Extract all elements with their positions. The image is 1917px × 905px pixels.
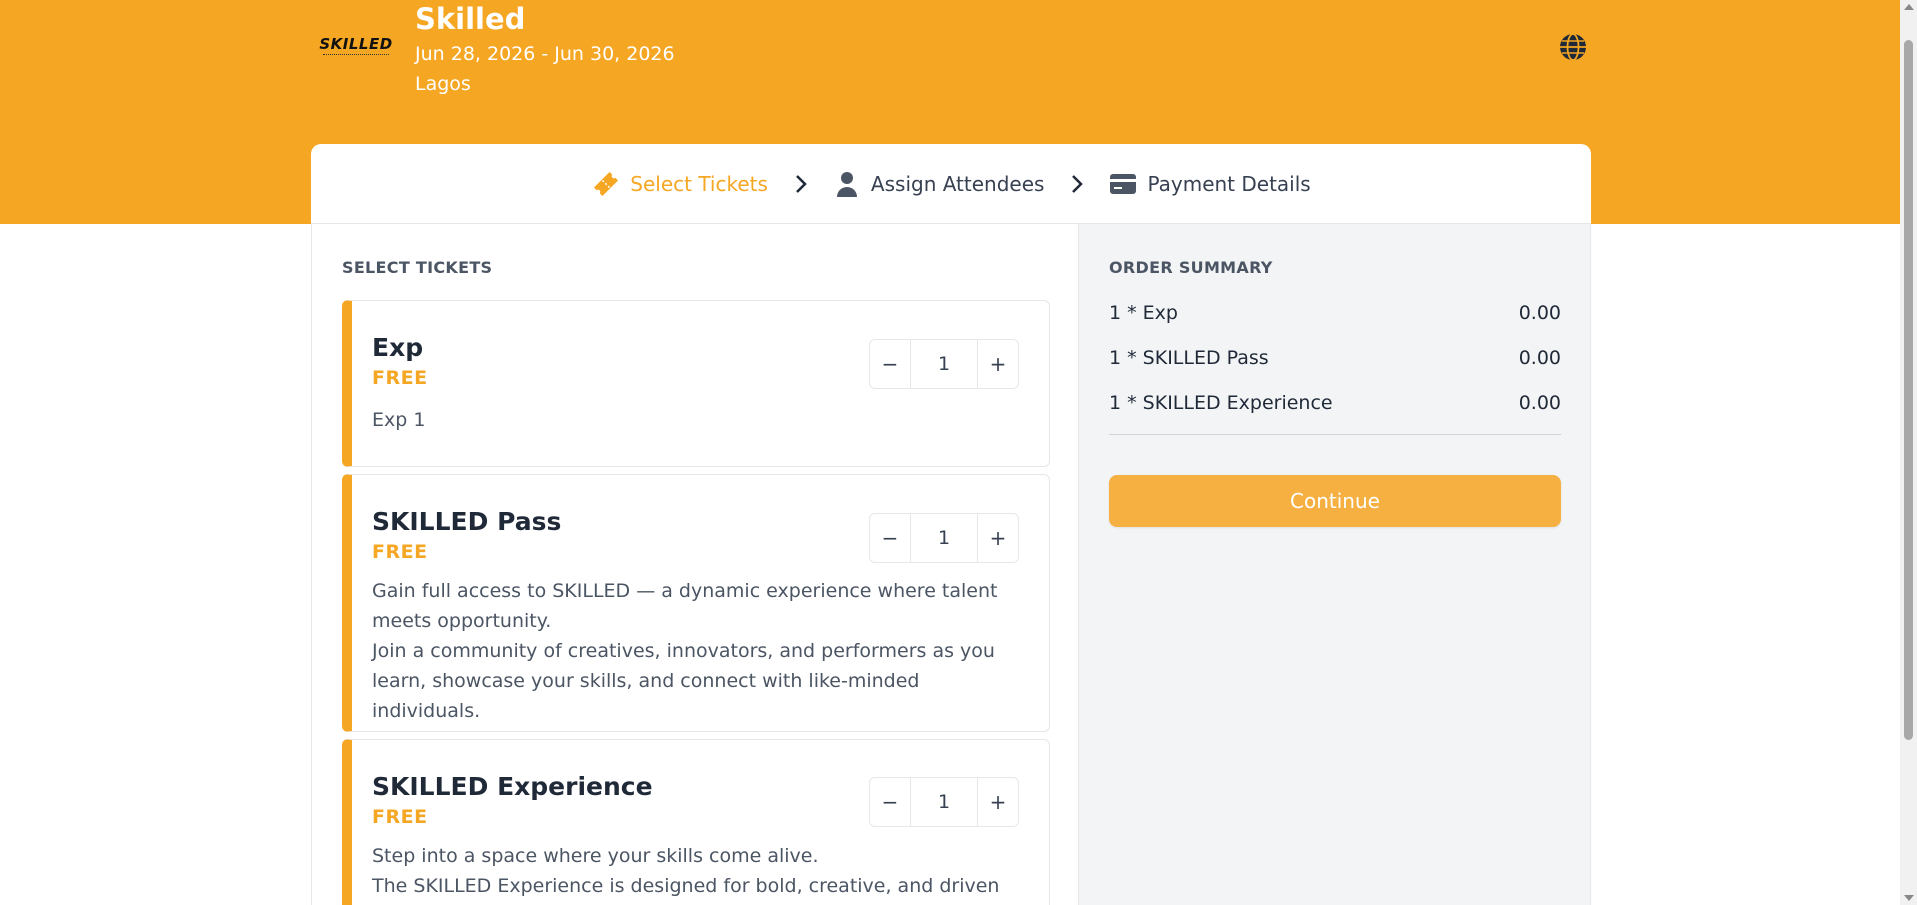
user-icon [832,169,862,199]
scroll-up-arrow-icon[interactable] [1904,4,1914,10]
ticket-price: FREE [372,541,428,563]
ticket-price: FREE [372,367,428,389]
ticket-card: Exp FREE Exp 1 − 1 + [342,300,1050,467]
summary-item-label: 1 * SKILLED Experience [1109,392,1333,414]
ticket-description-line: Step into a space where your skills come… [372,845,819,867]
ticket-description-line: Exp 1 [372,409,426,431]
event-title: Skilled [415,2,526,36]
event-dates: Jun 28, 2026 - Jun 30, 2026 [415,43,675,65]
summary-item-amount: 0.00 [1518,302,1561,324]
step-assign-attendees[interactable]: Assign Attendees [832,169,1045,199]
quantity-stepper: − 1 + [869,513,1019,563]
continue-button[interactable]: Continue [1109,475,1561,527]
summary-item-label: 1 * SKILLED Pass [1109,347,1269,369]
quantity-value[interactable]: 1 [910,340,978,388]
event-logo: SKILLED [316,34,396,58]
summary-row: 1 * Exp 0.00 [1109,302,1561,324]
chevron-right-icon [1066,173,1088,195]
ticket-description: Step into a space where your skills come… [372,841,1022,901]
ticket-description: Gain full access to SKILLED — a dynamic … [372,576,1022,726]
ticket-selection-panel: SELECT TICKETS Exp FREE Exp 1 − 1 + SKIL… [311,224,1078,905]
credit-card-icon [1108,169,1138,199]
ticket-description-line: Join a community of creatives, innovator… [372,640,995,662]
checkout-steps: Select Tickets Assign Attendees Payment … [311,144,1591,224]
summary-divider [1109,434,1561,435]
order-summary-panel: ORDER SUMMARY 1 * Exp 0.00 1 * SKILLED P… [1078,224,1591,905]
logo-tagline [323,53,389,56]
ticket-description-line: learn, showcase your skills, and connect… [372,670,920,722]
step-payment-details[interactable]: Payment Details [1108,169,1311,199]
quantity-stepper: − 1 + [869,339,1019,389]
globe-icon[interactable] [1558,32,1588,62]
section-heading: ORDER SUMMARY [1109,258,1273,277]
ticket-name: SKILLED Experience [372,772,653,801]
ticket-name: Exp [372,333,424,362]
quantity-value[interactable]: 1 [910,778,978,826]
scroll-down-arrow-icon[interactable] [1904,895,1914,901]
summary-row: 1 * SKILLED Pass 0.00 [1109,347,1561,369]
ticket-description-line: meets opportunity. [372,610,552,632]
decrease-quantity-button[interactable]: − [870,514,910,562]
decrease-quantity-button[interactable]: − [870,340,910,388]
step-label: Payment Details [1147,172,1311,196]
event-city: Lagos [415,73,471,95]
ticket-description: Exp 1 [372,405,1022,435]
checkout-steps-card: Select Tickets Assign Attendees Payment … [311,144,1591,224]
step-label: Select Tickets [630,172,768,196]
increase-quantity-button[interactable]: + [978,340,1018,388]
ticket-name: SKILLED Pass [372,507,562,536]
decrease-quantity-button[interactable]: − [870,778,910,826]
increase-quantity-button[interactable]: + [978,514,1018,562]
chevron-right-icon [790,173,812,195]
increase-quantity-button[interactable]: + [978,778,1018,826]
scrollbar-thumb[interactable] [1904,40,1913,740]
quantity-value[interactable]: 1 [910,514,978,562]
quantity-stepper: − 1 + [869,777,1019,827]
ticket-card: SKILLED Experience FREE Step into a spac… [342,739,1050,905]
summary-row: 1 * SKILLED Experience 0.00 [1109,392,1561,414]
ticket-description-line: The SKILLED Experience is designed for b… [372,875,1000,897]
ticket-price: FREE [372,806,428,828]
ticket-card: SKILLED Pass FREE Gain full access to SK… [342,474,1050,732]
section-heading: SELECT TICKETS [342,258,493,277]
ticket-description-line: Gain full access to SKILLED — a dynamic … [372,580,998,602]
logo-wordmark: SKILLED [319,34,393,53]
summary-item-amount: 0.00 [1518,392,1561,414]
summary-item-label: 1 * Exp [1109,302,1178,324]
page-scrollbar[interactable] [1900,0,1917,905]
summary-item-amount: 0.00 [1518,347,1561,369]
step-label: Assign Attendees [870,172,1045,196]
step-select-tickets[interactable]: Select Tickets [591,169,768,199]
ticket-icon [591,169,621,199]
